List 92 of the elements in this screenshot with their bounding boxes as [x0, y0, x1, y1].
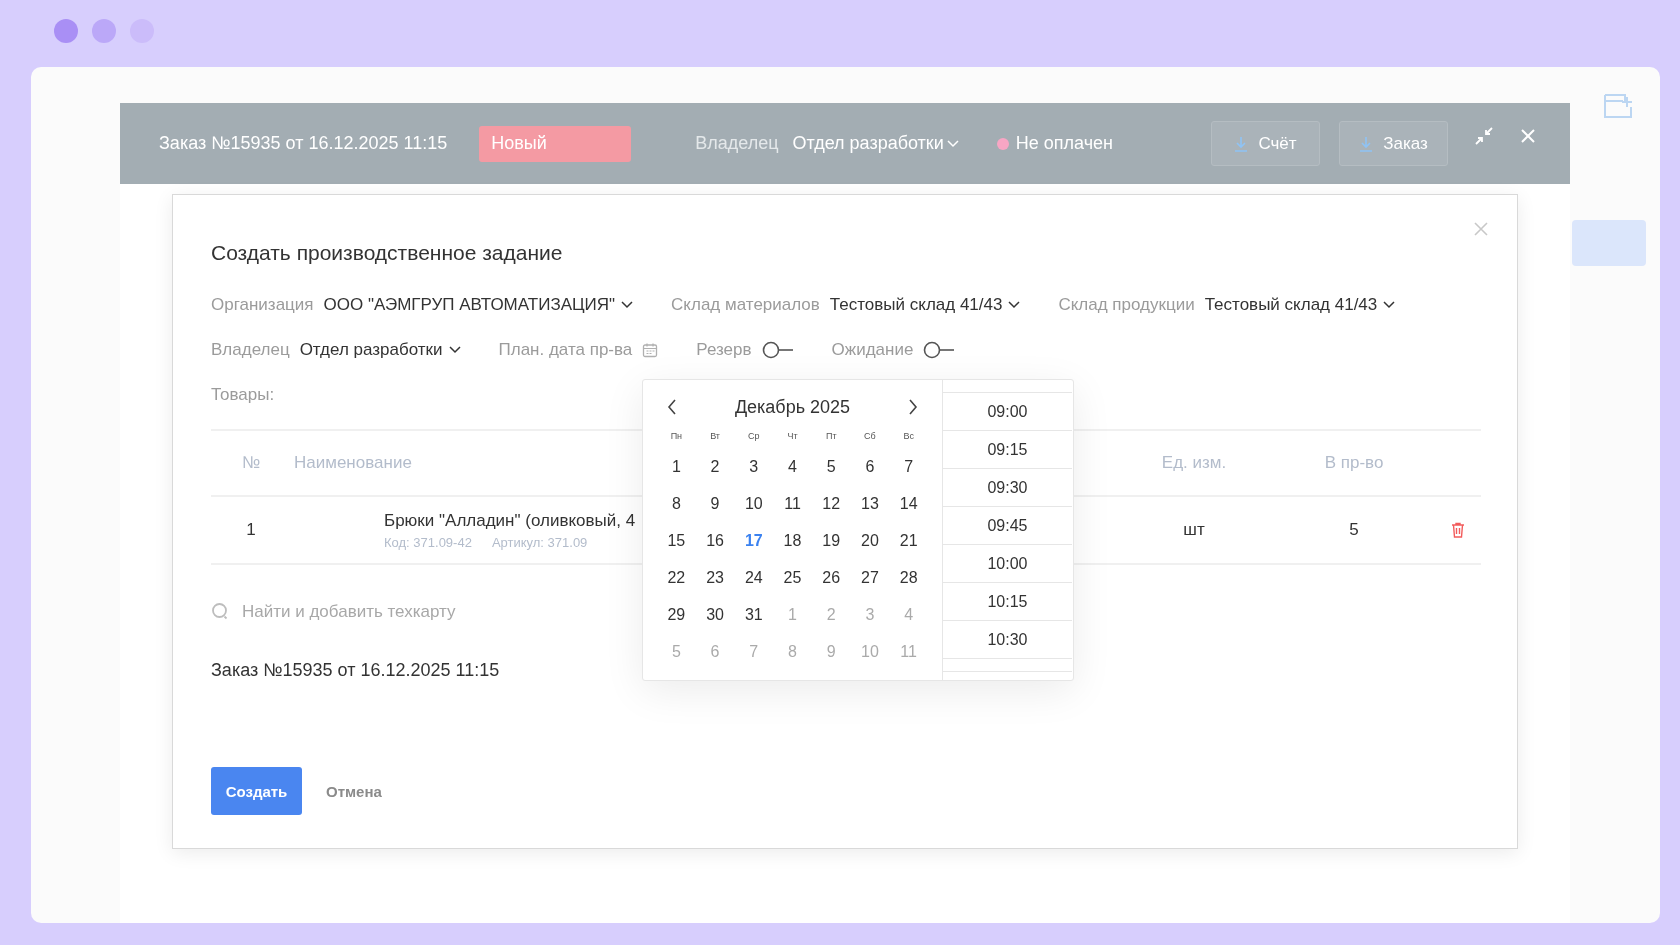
calendar-day[interactable]: 5 [811, 448, 851, 485]
field-label: Резерв [696, 340, 752, 360]
calendar-day[interactable]: 13 [850, 485, 890, 522]
calendar-day[interactable]: 4 [773, 448, 812, 485]
chevron-down-icon [1383, 301, 1396, 309]
weekday-label: Чт [786, 430, 799, 443]
add-panel-icon[interactable] [1603, 93, 1633, 119]
table-cell: 5 [1349, 520, 1359, 540]
calendar-day[interactable]: 14 [889, 485, 928, 522]
field-label: Организация [211, 295, 314, 315]
weekday-label: Вт [709, 430, 721, 443]
dropdown[interactable]: Отдел разработки [299, 340, 461, 360]
create-button[interactable]: Создать [211, 767, 302, 815]
calendar-day[interactable]: 31 [734, 596, 774, 633]
time-option[interactable]: 09:00 [943, 393, 1072, 431]
order-reference: Заказ №15935 от 16.12.2025 11:15 [211, 660, 501, 682]
month-title: Декабрь 2025 [734, 396, 851, 418]
chevron-down-icon [1008, 301, 1021, 309]
calendar-day[interactable]: 28 [889, 559, 928, 596]
calendar-day[interactable]: 26 [811, 559, 851, 596]
order-title: Заказ №15935 от 16.12.2025 11:15 [159, 133, 448, 154]
dropdown[interactable]: Тестовый склад 41/43 [829, 295, 1021, 315]
column-header: В пр-во [1324, 453, 1384, 473]
calendar-day[interactable]: 6 [850, 448, 890, 485]
field-label: План. дата пр-ва [498, 340, 633, 360]
calendar-icon[interactable] [642, 342, 659, 358]
table-cell: шт [1183, 520, 1205, 540]
calendar-day[interactable]: 20 [850, 522, 890, 559]
time-option[interactable]: 10:30 [943, 621, 1072, 659]
owner-label: Владелец [695, 133, 779, 154]
calendar-day[interactable]: 25 [773, 559, 812, 596]
calendar-day[interactable]: 16 [695, 522, 735, 559]
dropdown[interactable]: Тестовый склад 41/43 [1204, 295, 1396, 315]
calendar-day[interactable]: 24 [734, 559, 774, 596]
toggle-switch[interactable] [923, 340, 956, 360]
calendar-day[interactable]: 7 [889, 448, 928, 485]
section-label: Товары: [211, 385, 275, 406]
calendar-day[interactable]: 19 [811, 522, 851, 559]
weekday-label: Вс [902, 430, 915, 443]
time-option[interactable]: 10:15 [943, 583, 1072, 621]
close-icon[interactable] [1473, 221, 1489, 237]
calendar-day[interactable]: 17 [734, 522, 774, 559]
field-label: Склад материалов [671, 295, 820, 315]
payment-status: Не оплачен [1015, 133, 1113, 154]
calendar-day[interactable]: 21 [889, 522, 928, 559]
weekday-label: Пн [669, 430, 684, 443]
delete-icon[interactable] [1450, 522, 1465, 538]
calendar-day[interactable]: 27 [850, 559, 890, 596]
calendar-day[interactable]: 11 [773, 485, 812, 522]
chevron-down-icon [448, 346, 461, 354]
chevron-down-icon [621, 301, 634, 309]
weekday-label: Пт [824, 430, 838, 443]
chevron-down-icon [946, 139, 959, 148]
calendar-day[interactable]: 2 [695, 448, 735, 485]
calendar-day[interactable]: 10 [734, 485, 774, 522]
calendar-day[interactable]: 22 [657, 559, 696, 596]
calendar-day[interactable]: 8 [657, 485, 696, 522]
next-month-icon[interactable] [908, 399, 918, 415]
window-dot-icon[interactable] [54, 19, 78, 43]
product-article: Артикул: 371.09 [491, 534, 588, 550]
time-option[interactable]: 09:45 [943, 507, 1072, 545]
window-dot-icon[interactable] [92, 19, 116, 43]
download-icon [1359, 135, 1374, 152]
calendar-day[interactable]: 15 [657, 522, 696, 559]
product-code: Код: 371.09-42 [384, 534, 472, 550]
dialog-title: Создать производственное задание [211, 241, 564, 266]
calendar-day[interactable]: 29 [657, 596, 696, 633]
field-label: Владелец [211, 340, 290, 360]
dropdown[interactable]: ООО "АЭМГРУП АВТОМАТИЗАЦИЯ" [323, 295, 634, 315]
calendar-day[interactable]: 12 [811, 485, 851, 522]
collapse-icon[interactable] [1474, 125, 1494, 146]
column-header: Ед. изм. [1161, 453, 1227, 473]
product-name: Брюки "Алладин" (оливковый, 4 [384, 510, 636, 531]
weekday-label: Ср [747, 430, 761, 443]
time-option[interactable]: 09:15 [943, 431, 1072, 469]
calendar-day[interactable]: 18 [773, 522, 812, 559]
field-label: Ожидание [831, 340, 914, 360]
calendar-day[interactable]: 3 [734, 448, 774, 485]
column-header: Наименование [293, 453, 412, 473]
download-icon [1234, 135, 1249, 152]
previous-month-icon[interactable] [667, 399, 677, 415]
table-cell: 1 [246, 520, 256, 540]
toggle-switch[interactable] [761, 340, 794, 360]
time-option[interactable]: 09:30 [943, 469, 1072, 507]
calendar-day[interactable]: 1 [657, 448, 696, 485]
field-label: Склад продукции [1058, 295, 1195, 315]
calendar-day[interactable]: 23 [695, 559, 735, 596]
calendar-day[interactable]: 9 [695, 485, 735, 522]
calendar-day[interactable]: 30 [695, 596, 735, 633]
weekday-label: Сб [863, 430, 877, 443]
column-header: № [241, 453, 261, 473]
time-option[interactable]: 10:00 [943, 545, 1072, 583]
